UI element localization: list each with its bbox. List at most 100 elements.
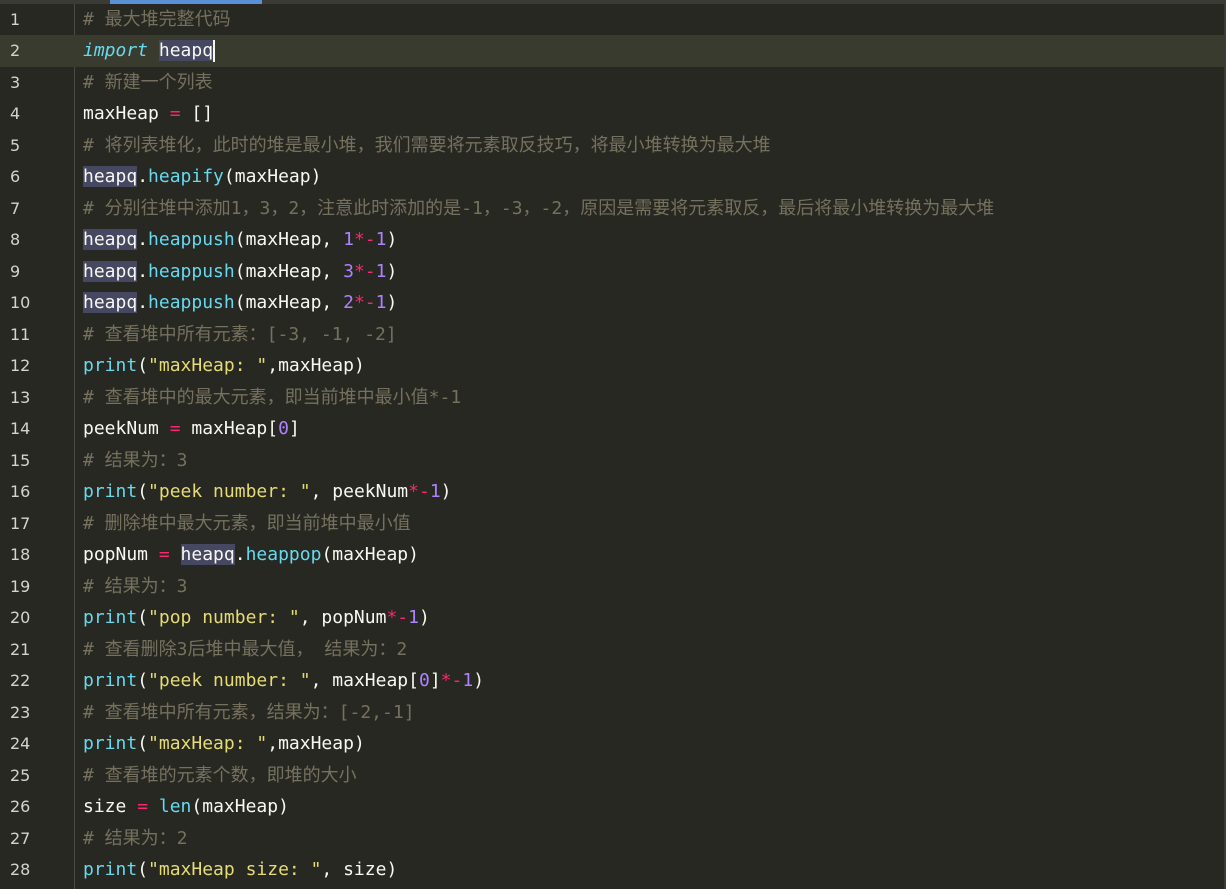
code-text[interactable]: heapq.heapify(maxHeap) — [83, 161, 321, 193]
code-token: 1 — [408, 607, 419, 628]
code-text[interactable]: import heapq — [83, 35, 216, 67]
line-number: 5 — [10, 135, 21, 155]
code-line[interactable]: 7 # 分别往堆中添加1，3，2，注意此时添加的是-1，-3，-2，原因是需要将元… — [0, 193, 1226, 225]
code-line[interactable]: 2 import heapq — [0, 35, 1226, 67]
code-token: "maxHeap size: " — [148, 859, 322, 880]
code-text[interactable]: # 结果为：3 — [83, 571, 188, 603]
code-text[interactable]: # 最大堆完整代码 — [83, 4, 231, 36]
code-line[interactable]: 26 size = len(maxHeap) — [0, 791, 1226, 823]
code-line[interactable]: 28 print("maxHeap size: ", size) — [0, 854, 1226, 886]
code-text[interactable]: # 查看堆的元素个数，即堆的大小 — [83, 760, 357, 792]
code-line[interactable]: 14 peekNum = maxHeap[0] — [0, 413, 1226, 445]
code-line[interactable]: 12 print("maxHeap: ",maxHeap) — [0, 350, 1226, 382]
code-line[interactable]: 9 heapq.heappush(maxHeap, 3*-1) — [0, 256, 1226, 288]
code-line[interactable]: 16 print("peek number: ", peekNum*-1) — [0, 476, 1226, 508]
code-text[interactable]: # 将列表堆化，此时的堆是最小堆，我们需要将元素取反技巧，将最小堆转换为最大堆 — [83, 130, 771, 162]
code-token: . — [137, 229, 149, 250]
line-number: 22 — [10, 671, 31, 690]
code-text[interactable]: # 结果为：3 — [83, 445, 188, 477]
code-token: "maxHeap: " — [148, 355, 268, 376]
code-line[interactable]: 11 # 查看堆中所有元素：[-3, -1, -2] — [0, 319, 1226, 351]
code-token: ( — [137, 481, 149, 502]
line-number: 19 — [10, 576, 31, 596]
code-token: = — [169, 418, 181, 439]
code-token: ) — [473, 670, 485, 691]
code-token: "maxHeap: " — [148, 733, 268, 754]
code-line[interactable]: 13 # 查看堆中的最大元素，即当前堆中最小值*-1 — [0, 382, 1226, 414]
code-editor[interactable]: 1 # 最大堆完整代码 2 import heapq 3 # 新建一个列表 4 maxHeap… — [0, 0, 1226, 889]
code-token: (maxHeap) — [191, 796, 289, 817]
code-text[interactable]: # 查看堆中所有元素：[-3, -1, -2] — [83, 319, 397, 351]
code-line[interactable]: 20 print("pop number: ", popNum*-1) — [0, 602, 1226, 634]
code-text[interactable]: print("peek number: ", maxHeap[0]*-1) — [83, 665, 484, 697]
line-number: 3 — [10, 72, 21, 92]
line-number: 21 — [10, 639, 31, 659]
code-token: # 结果为：2 — [83, 827, 188, 849]
code-line[interactable]: 19 # 结果为：3 — [0, 571, 1226, 603]
code-text[interactable]: popNum = heapq.heappop(maxHeap) — [83, 539, 419, 571]
code-text[interactable]: # 查看堆中的最大元素，即当前堆中最小值*-1 — [83, 382, 461, 414]
code-line[interactable]: 3 # 新建一个列表 — [0, 67, 1226, 99]
code-text[interactable]: peekNum = maxHeap[0] — [83, 413, 300, 445]
code-line[interactable]: 27 # 结果为：2 — [0, 823, 1226, 855]
code-text[interactable]: size = len(maxHeap) — [83, 791, 289, 823]
code-token: = — [169, 103, 181, 124]
code-line[interactable]: 22 print("peek number: ", maxHeap[0]*-1) — [0, 665, 1226, 697]
code-text[interactable]: # 结果为：2 — [83, 823, 188, 855]
code-token: peekNum — [83, 418, 170, 439]
code-token: . — [137, 260, 149, 282]
code-text[interactable]: heapq.heappush(maxHeap, 2*-1) — [83, 287, 397, 319]
line-number: 7 — [10, 198, 21, 218]
code-token: "peek number: " — [148, 481, 311, 502]
code-line[interactable]: 1 # 最大堆完整代码 — [0, 4, 1226, 36]
line-number: 6 — [10, 167, 21, 186]
code-line[interactable]: 4 maxHeap = [] — [0, 98, 1226, 130]
code-line[interactable]: 17 # 删除堆中最大元素，即当前堆中最小值 — [0, 508, 1226, 540]
code-text[interactable]: print("maxHeap size: ", size) — [83, 854, 397, 886]
code-line[interactable]: 24 print("maxHeap: ",maxHeap) — [0, 728, 1226, 760]
code-token: print — [83, 859, 138, 880]
code-line[interactable]: 18 popNum = heapq.heappop(maxHeap) — [0, 539, 1226, 571]
code-text[interactable]: # 删除堆中最大元素，即当前堆中最小值 — [83, 508, 411, 540]
code-line[interactable]: 25 # 查看堆的元素个数，即堆的大小 — [0, 760, 1226, 792]
code-text[interactable]: heapq.heappush(maxHeap, 3*-1) — [83, 256, 397, 288]
code-text[interactable]: print("pop number: ", popNum*-1) — [83, 602, 430, 634]
code-text[interactable]: print("maxHeap: ",maxHeap) — [83, 728, 365, 760]
code-text[interactable]: print("maxHeap: ",maxHeap) — [83, 350, 365, 382]
code-token: ( — [137, 670, 149, 691]
code-text[interactable]: print("peek number: ", peekNum*-1) — [83, 476, 452, 508]
code-line[interactable]: 8 heapq.heappush(maxHeap, 1*-1) — [0, 224, 1226, 256]
code-line[interactable]: 21 # 查看删除3后堆中最大值， 结果为：2 — [0, 634, 1226, 666]
line-number: 13 — [10, 387, 31, 407]
code-token: . — [234, 544, 246, 565]
code-line[interactable]: 10 heapq.heappush(maxHeap, 2*-1) — [0, 287, 1226, 319]
occurrence-highlight: heapq — [180, 544, 235, 565]
code-text[interactable]: heapq.heappush(maxHeap, 1*-1) — [83, 224, 397, 256]
code-line[interactable]: 23 # 查看堆中所有元素，结果为：[-2,-1] — [0, 697, 1226, 729]
code-text[interactable]: # 查看堆中所有元素，结果为：[-2,-1] — [83, 697, 415, 729]
code-token: 1 — [343, 229, 354, 250]
code-token: # 最大堆完整代码 — [83, 8, 231, 30]
code-token: ( — [137, 607, 149, 628]
code-token: 0 — [278, 418, 289, 439]
code-token: print — [83, 355, 138, 376]
code-token: . — [137, 292, 149, 313]
code-token: ,maxHeap) — [267, 355, 365, 376]
code-line[interactable]: 15 # 结果为：3 — [0, 445, 1226, 477]
code-token: = — [158, 544, 170, 565]
code-line[interactable]: 5 # 将列表堆化，此时的堆是最小堆，我们需要将元素取反技巧，将最小堆转换为最大堆 — [0, 130, 1226, 162]
line-number: 24 — [10, 734, 31, 753]
code-token: # 结果为：3 — [83, 575, 188, 597]
line-number: 11 — [10, 324, 31, 344]
code-token: , size) — [321, 859, 398, 880]
code-text[interactable]: maxHeap = [] — [83, 98, 213, 130]
code-text[interactable]: # 新建一个列表 — [83, 67, 213, 99]
code-text[interactable]: # 分别往堆中添加1，3，2，注意此时添加的是-1，-3，-2，原因是需要将元素… — [83, 193, 994, 225]
code-text[interactable]: # 查看删除3后堆中最大值， 结果为：2 — [83, 634, 407, 666]
code-token: ( — [137, 733, 149, 754]
line-number: 27 — [10, 828, 31, 848]
code-token: (maxHeap, — [234, 260, 344, 282]
code-token: ,maxHeap) — [267, 733, 365, 754]
code-line[interactable]: 6 heapq.heapify(maxHeap) — [0, 161, 1226, 193]
